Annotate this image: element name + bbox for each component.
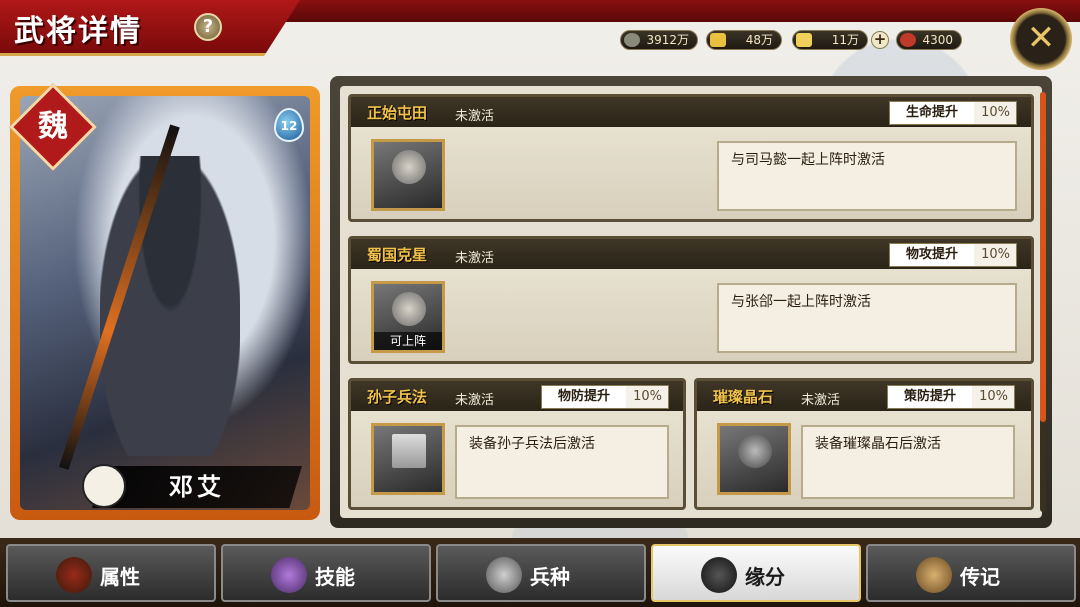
fate-card[interactable]: 璀璨晶石 未激活 策防提升 10% 装备璀璨晶石后激活	[694, 378, 1034, 510]
close-button[interactable]: ✕	[1010, 8, 1072, 70]
fate-header: 璀璨晶石 未激活 策防提升 10%	[697, 381, 1031, 411]
tiger-icon	[486, 557, 522, 593]
tab-label: 技能	[315, 565, 355, 589]
bonus-label: 物防提升	[542, 386, 626, 408]
fate-card[interactable]: 正始屯田 未激活 生命提升 10% 与司马懿一起上阵时激活	[348, 94, 1034, 222]
book-icon	[392, 434, 426, 468]
bonus-value: 10%	[979, 389, 1008, 404]
scroll-thumb[interactable]	[1040, 92, 1046, 422]
fate-condition: 装备璀璨晶石后激活	[801, 425, 1015, 499]
kingdom-label: 魏	[38, 109, 68, 144]
portrait-tag: 可上阵	[374, 332, 442, 350]
bonus-value: 10%	[633, 389, 662, 404]
fate-condition: 装备孙子兵法后激活	[455, 425, 669, 499]
handshake-icon	[701, 557, 737, 593]
fate-name: 蜀国克星	[367, 246, 428, 264]
fate-name: 璀璨晶石	[713, 388, 774, 406]
bonus-value: 10%	[981, 247, 1010, 262]
hero-name: 邓艾	[169, 473, 225, 501]
partner-portrait[interactable]: 可上阵	[371, 281, 445, 353]
item-portrait[interactable]	[371, 423, 445, 495]
tab-label: 缘分	[745, 565, 785, 589]
skill-scroll-icon	[271, 557, 307, 593]
tab-label: 传记	[960, 565, 1000, 589]
currency-yuanbao: 11万	[792, 30, 868, 50]
tab-label: 属性	[100, 565, 140, 589]
partner-portrait[interactable]	[371, 139, 445, 211]
tab-biography[interactable]: 传记	[866, 544, 1076, 602]
bonus-label: 物攻提升	[890, 244, 974, 266]
currency-coin: 3912万	[620, 30, 698, 50]
add-currency-button[interactable]: +	[871, 31, 889, 49]
fate-header: 正始屯田 未激活 生命提升 10%	[351, 97, 1031, 127]
currency-gold: 48万	[706, 30, 782, 50]
tab-fate[interactable]: 缘分	[651, 544, 861, 602]
bonus-box: 策防提升 10%	[887, 385, 1015, 409]
bonus-label: 生命提升	[890, 102, 974, 124]
fate-status: 未激活	[455, 393, 495, 408]
page-title: 武将详情	[14, 14, 142, 49]
fate-card[interactable]: 蜀国克星 未激活 物攻提升 10% 可上阵 与张郃一起上阵时激活	[348, 236, 1034, 364]
bonus-box: 生命提升 10%	[889, 101, 1017, 125]
fate-condition: 与张郃一起上阵时激活	[717, 283, 1017, 353]
fate-name: 孙子兵法	[367, 388, 428, 406]
tab-troops[interactable]: 兵种	[436, 544, 646, 602]
currency-value: 11万	[831, 33, 859, 47]
fate-status: 未激活	[801, 393, 841, 408]
currency-gem: 4300	[896, 30, 962, 50]
help-button[interactable]: ?	[194, 13, 222, 41]
level-badge: 12	[274, 108, 304, 142]
tab-skills[interactable]: 技能	[221, 544, 431, 602]
fate-status: 未激活	[455, 109, 495, 124]
tab-label: 兵种	[530, 565, 570, 589]
yuanbao-icon	[796, 33, 812, 47]
bonus-label: 策防提升	[888, 386, 972, 408]
bonus-box: 物攻提升 10%	[889, 243, 1017, 267]
fate-card[interactable]: 孙子兵法 未激活 物防提升 10% 装备孙子兵法后激活	[348, 378, 686, 510]
gold-ingot-icon	[710, 33, 726, 47]
fate-scrollbar[interactable]	[1040, 92, 1046, 512]
portrait-face	[392, 150, 426, 184]
fate-condition: 与司马懿一起上阵时激活	[717, 141, 1017, 211]
item-portrait[interactable]	[717, 423, 791, 495]
fate-header: 蜀国克星 未激活 物攻提升 10%	[351, 239, 1031, 269]
helmet-icon	[56, 557, 92, 593]
bonus-box: 物防提升 10%	[541, 385, 669, 409]
coin-icon	[624, 33, 640, 47]
currency-value: 48万	[745, 33, 773, 47]
fate-name: 正始屯田	[367, 104, 428, 122]
currency-value: 4300	[922, 33, 953, 47]
bamboo-scroll-icon	[916, 557, 952, 593]
currency-value: 3912万	[646, 33, 689, 47]
tab-attributes[interactable]: 属性	[6, 544, 216, 602]
gem-icon	[900, 33, 916, 47]
crystal-icon	[738, 434, 772, 468]
fate-header: 孙子兵法 未激活 物防提升 10%	[351, 381, 683, 411]
portrait-face	[392, 292, 426, 326]
fate-status: 未激活	[455, 251, 495, 266]
bonus-value: 10%	[981, 105, 1010, 120]
